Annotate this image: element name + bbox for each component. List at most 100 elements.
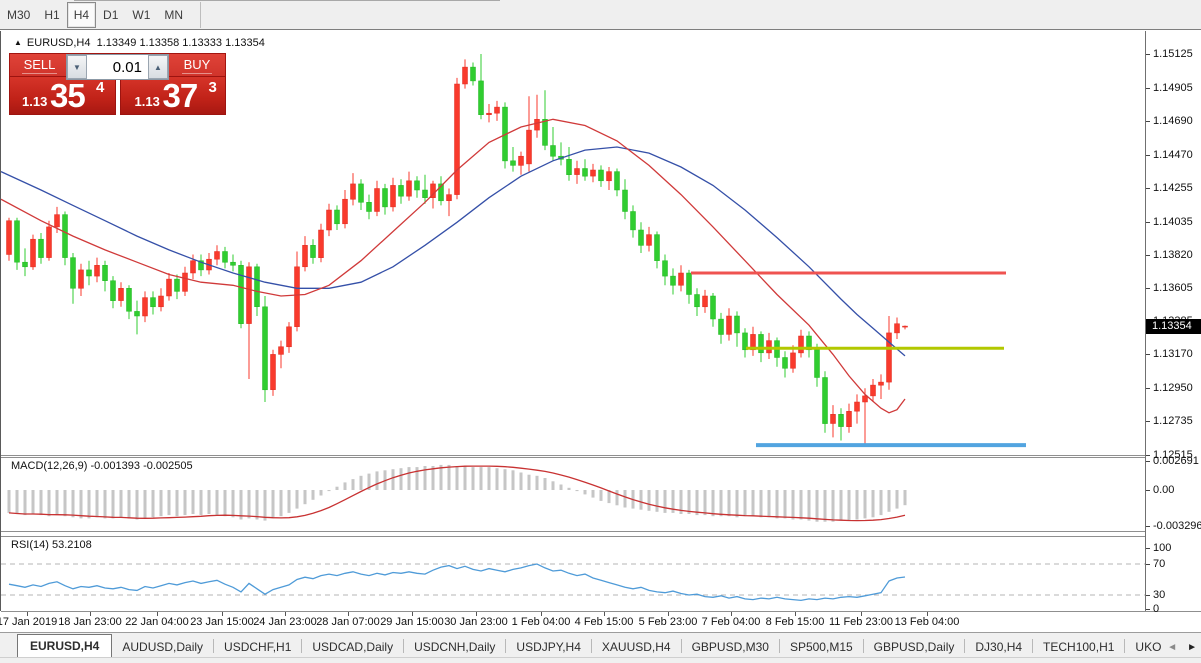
- pane-splitter[interactable]: [1, 455, 1201, 456]
- ask-price-button[interactable]: 1.13 37 3: [120, 76, 227, 115]
- axis-tick: [1146, 461, 1150, 462]
- chart-tab-eurusd-h4[interactable]: EURUSD,H4: [17, 634, 112, 657]
- buy-button[interactable]: BUY: [171, 54, 223, 76]
- macd-axis-label: -0.003296: [1153, 520, 1201, 532]
- time-axis-label: 22 Jan 04:00: [125, 616, 189, 628]
- price-axis-label: 1.14690: [1153, 115, 1193, 127]
- axis-tick: [1146, 88, 1150, 89]
- time-axis-label: 24 Jan 23:00: [253, 616, 317, 628]
- axis-tick: [1146, 609, 1150, 610]
- rsi-axis-label: 100: [1153, 542, 1171, 554]
- chart-tab-usdcnh-daily[interactable]: USDCNH,Daily: [404, 636, 505, 657]
- pane-splitter[interactable]: [1, 457, 1201, 458]
- ask-pip-digit: 3: [209, 79, 217, 96]
- axis-tick: [1146, 421, 1150, 422]
- bid-pip-digit: 4: [96, 79, 104, 96]
- axis-tick: [1146, 548, 1150, 549]
- current-price-badge: 1.13354: [1146, 319, 1201, 334]
- axis-tick: [1146, 354, 1150, 355]
- price-axis-label: 1.14470: [1153, 149, 1193, 161]
- axis-tick: [1146, 526, 1150, 527]
- pane-splitter[interactable]: [1, 531, 1201, 532]
- axis-tick: [1146, 388, 1150, 389]
- price-axis-label: 1.14035: [1153, 216, 1193, 228]
- timeframe-button-w1[interactable]: W1: [125, 2, 157, 28]
- volume-input[interactable]: [87, 55, 148, 79]
- chart-tab-tech100-h1[interactable]: TECH100,H1: [1033, 636, 1124, 657]
- sell-button[interactable]: SELL: [12, 54, 67, 76]
- status-strip: [0, 657, 1201, 663]
- ask-prefix: 1.13: [135, 94, 160, 109]
- chart-tab-bar: EURUSD,H4AUDUSD,DailyUSDCHF,H1USDCAD,Dai…: [0, 632, 1201, 657]
- price-axis-label: 1.14905: [1153, 82, 1193, 94]
- chart-window: ▲ EURUSD,H4 1.13349 1.13358 1.13333 1.133…: [0, 31, 1201, 611]
- bid-prefix: 1.13: [22, 94, 47, 109]
- volume-control: ▼ ▲: [66, 54, 169, 80]
- axis-tick: [1146, 222, 1150, 223]
- rsi-axis-label: 30: [1153, 589, 1165, 601]
- macd-title: MACD(12,26,9) -0.001393 -0.002505: [11, 460, 193, 472]
- tab-scroll-right-icon[interactable]: ►: [1187, 642, 1197, 653]
- axis-tick: [1146, 155, 1150, 156]
- price-axis-label: 1.15125: [1153, 48, 1193, 60]
- axis-tick: [1146, 564, 1150, 565]
- price-axis-label: 1.14255: [1153, 182, 1193, 194]
- chart-tab-usdcad-daily[interactable]: USDCAD,Daily: [302, 636, 403, 657]
- bid-price-button[interactable]: 1.13 35 4: [9, 76, 116, 115]
- price-axis-label: 1.12950: [1153, 382, 1193, 394]
- timeframe-buttons: M30H1H4D1W1MN: [0, 2, 201, 28]
- bid-ask-row: 1.13 35 4 1.13 37 3: [9, 76, 226, 115]
- time-axis-label: 29 Jan 15:00: [380, 616, 444, 628]
- time-axis-label: 8 Feb 15:00: [766, 616, 825, 628]
- chart-tab-audusd-daily[interactable]: AUDUSD,Daily: [112, 636, 213, 657]
- axis-tick: [1146, 455, 1150, 456]
- chart-title: ▲ EURUSD,H4 1.13349 1.13358 1.13333 1.133…: [14, 37, 265, 49]
- timeframe-button-h4[interactable]: H4: [67, 2, 96, 28]
- chart-tab-xauusd-h4[interactable]: XAUUSD,H4: [592, 636, 681, 657]
- time-axis-label: 28 Jan 07:00: [316, 616, 380, 628]
- timeframe-button-mn[interactable]: MN: [157, 2, 190, 28]
- axis-tick: [1146, 121, 1150, 122]
- volume-decrease-button[interactable]: ▼: [67, 55, 87, 79]
- price-axis-label: 1.13820: [1153, 249, 1193, 261]
- pane-splitter[interactable]: [1, 536, 1201, 537]
- axis-tick: [1146, 490, 1150, 491]
- chart-tab-gbpusd-daily[interactable]: GBPUSD,Daily: [864, 636, 965, 657]
- timeframe-button-m30[interactable]: M30: [0, 2, 37, 28]
- time-axis-label: 30 Jan 23:00: [444, 616, 508, 628]
- price-axis[interactable]: 1.15125 1.14905 1.14690 1.14470 1.14255 1.140…: [1145, 31, 1201, 611]
- rsi-axis-label: 70: [1153, 558, 1165, 570]
- chart-tab-uko[interactable]: UKO: [1125, 636, 1171, 657]
- ask-big-digits: 37: [163, 77, 198, 115]
- toolbar-separator: [200, 2, 201, 28]
- bid-big-digits: 35: [50, 77, 85, 115]
- volume-increase-button[interactable]: ▲: [148, 55, 168, 79]
- time-axis-label: 1 Feb 04:00: [512, 616, 571, 628]
- tab-scroll-left-icon[interactable]: ◄: [1167, 642, 1177, 653]
- time-axis-label: 7 Feb 04:00: [702, 616, 761, 628]
- chart-symbol-label: EURUSD,H4: [27, 37, 91, 49]
- rsi-title: RSI(14) 53.2108: [11, 539, 92, 551]
- chart-ohlc-values: 1.13349 1.13358 1.13333 1.13354: [97, 37, 265, 49]
- axis-tick: [1146, 188, 1150, 189]
- time-axis-label: 18 Jan 23:00: [58, 616, 122, 628]
- chart-tab-usdjpy-h4[interactable]: USDJPY,H4: [506, 636, 590, 657]
- chart-tab-gbpusd-m30[interactable]: GBPUSD,M30: [682, 636, 779, 657]
- rsi-indicator-pane[interactable]: [1, 537, 1145, 611]
- time-axis-label: 5 Feb 23:00: [639, 616, 698, 628]
- axis-tick: [1146, 255, 1150, 256]
- time-axis-label: 4 Feb 15:00: [575, 616, 634, 628]
- timeframe-toolbar: M30H1H4D1W1MN: [0, 0, 1201, 30]
- time-axis[interactable]: 17 Jan 201918 Jan 23:0022 Jan 04:0023 Ja…: [1, 612, 1201, 633]
- timeframe-button-d1[interactable]: D1: [96, 2, 125, 28]
- up-triangle-icon: ▲: [14, 38, 22, 47]
- timeframe-button-h1[interactable]: H1: [37, 2, 66, 28]
- axis-tick: [1146, 595, 1150, 596]
- time-axis-label: 13 Feb 04:00: [895, 616, 960, 628]
- axis-tick: [1146, 288, 1150, 289]
- chart-tab-sp500-m15[interactable]: SP500,M15: [780, 636, 863, 657]
- time-axis-label: 11 Feb 23:00: [829, 616, 893, 628]
- chart-tab-usdchf-h1[interactable]: USDCHF,H1: [214, 636, 301, 657]
- chart-tab-dj30-h4[interactable]: DJ30,H4: [965, 636, 1032, 657]
- one-click-trading-panel: SELL BUY ▼ ▲ 1.13 35 4 1.13 37 3: [9, 53, 226, 115]
